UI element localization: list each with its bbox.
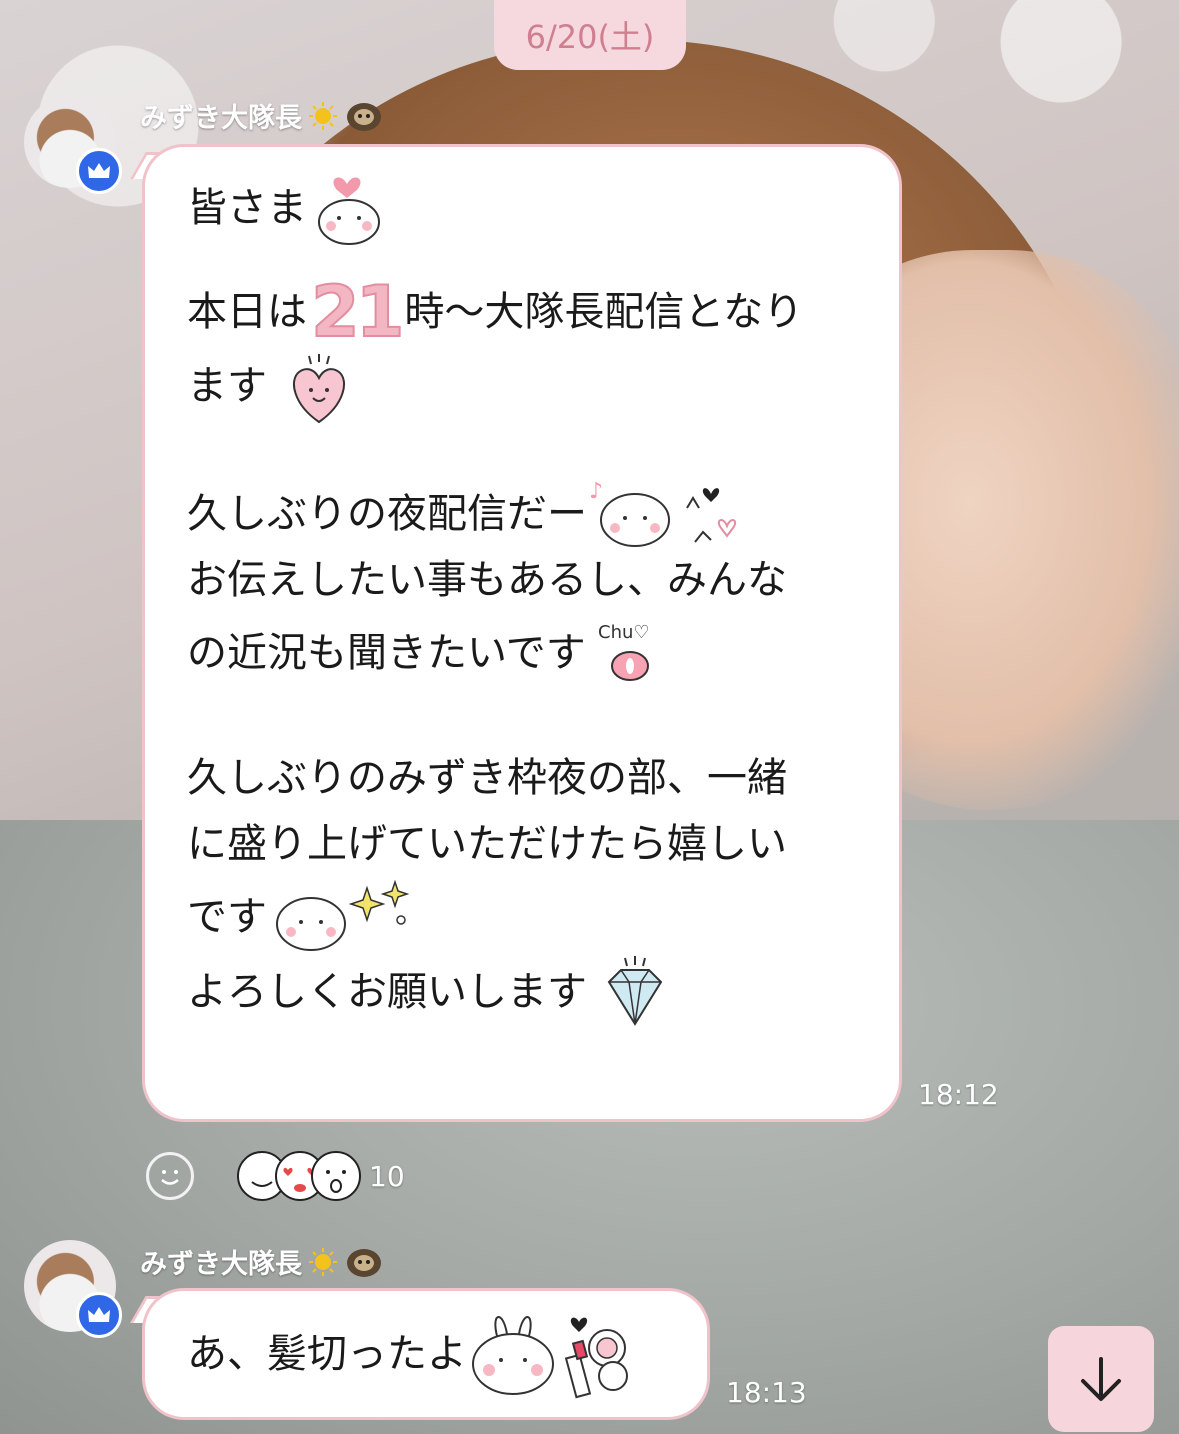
date-label: 6/20(土) <box>525 18 655 56</box>
message-line: よろしくお願いします <box>187 956 899 1027</box>
message-line: に盛り上げていただけたら嬉しい <box>187 821 787 867</box>
message-bubble[interactable]: 皆さま 本日は 21 時〜大隊長配信となり ます 久しぶりの夜配信だー ♪ お伝… <box>142 144 902 1122</box>
svg-text:♪: ♪ <box>589 479 603 504</box>
rabbit-dance-sticker-icon: ♪ <box>589 479 737 547</box>
sender-name[interactable]: みずき大隊長 <box>140 1242 384 1281</box>
crown-icon <box>76 1292 122 1338</box>
sun-emoji-icon <box>309 1247 337 1276</box>
rabbit-heart-sticker-icon <box>318 177 380 245</box>
reaction-count: 10 <box>369 1160 405 1193</box>
smiley-icon[interactable] <box>146 1152 194 1200</box>
message-line: 皆さま <box>187 175 899 245</box>
reaction-stickers[interactable] <box>232 1148 362 1204</box>
date-separator: 6/20(土) <box>494 0 686 70</box>
sun-emoji-icon <box>309 101 337 130</box>
sloth-emoji-icon <box>347 102 381 131</box>
message-bubble[interactable]: あ、髪切ったよ <box>142 1288 710 1420</box>
avatar[interactable] <box>24 96 122 194</box>
message-line: 本日は 21 時〜大隊長配信となり <box>187 271 804 353</box>
message-time: 18:13 <box>726 1376 807 1409</box>
sender-name[interactable]: みずき大隊長 <box>140 96 384 135</box>
message-line: の近況も聞きたいです Chu♡ <box>187 613 899 693</box>
heart-face-icon <box>292 354 346 424</box>
diamond-icon <box>607 956 663 1026</box>
arrow-down-icon <box>1081 1357 1121 1401</box>
scroll-to-bottom-button[interactable] <box>1048 1326 1154 1432</box>
message-time: 18:12 <box>918 1078 999 1111</box>
message-line: ます <box>187 345 899 427</box>
message-line: です <box>187 877 899 957</box>
message-line: お伝えしたい事もあるし、みんな <box>187 557 787 603</box>
message-line: 久しぶりの夜配信だー ♪ <box>187 479 899 547</box>
crown-icon <box>76 148 122 194</box>
avatar[interactable] <box>24 1240 122 1338</box>
reaction-faces-icon <box>237 1151 361 1201</box>
time-number: 21 <box>310 271 405 353</box>
rabbit-makeup-sticker-icon <box>472 1316 628 1399</box>
sloth-emoji-icon <box>347 1248 381 1277</box>
rabbit-sparkle-sticker-icon <box>276 879 410 951</box>
message-line: 久しぶりのみずき枠夜の部、一緒 <box>187 755 787 801</box>
svg-text:Chu♡: Chu♡ <box>598 622 650 643</box>
kiss-lips-icon: Chu♡ <box>598 622 650 681</box>
